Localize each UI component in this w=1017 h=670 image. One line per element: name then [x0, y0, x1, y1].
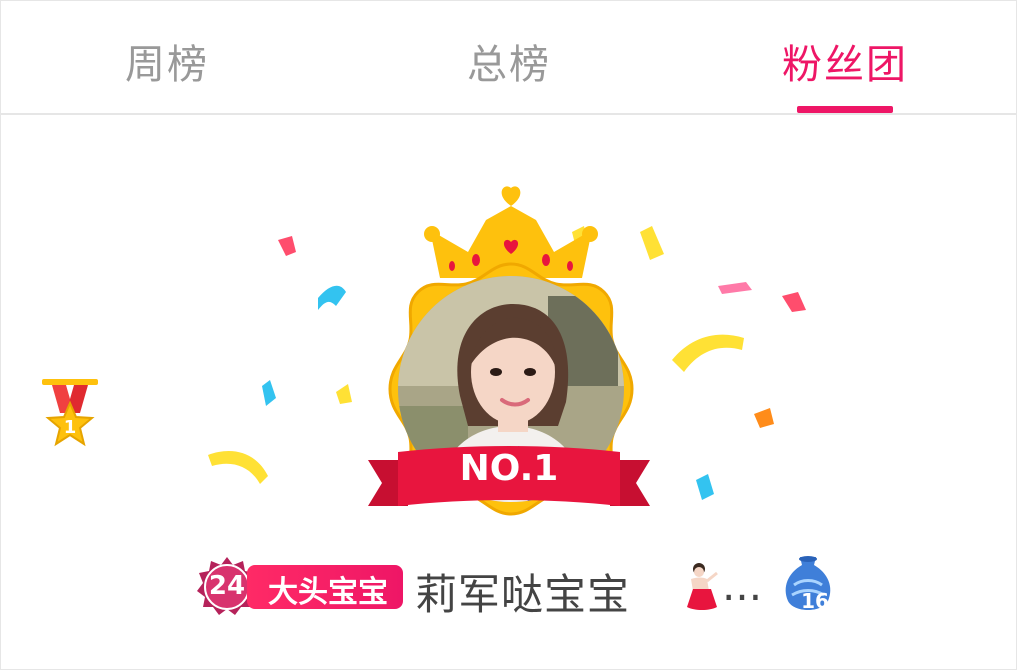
fan-club-name: 大头宝宝	[268, 575, 388, 610]
dancing-woman-emoji	[687, 563, 718, 610]
top-fan-username[interactable]: 莉军哒宝宝	[415, 561, 630, 622]
top-fan-info-row[interactable]: 24 大头宝宝 莉军哒宝宝 ... 16	[195, 555, 835, 619]
gold-star-medal-icon: 1	[42, 379, 98, 447]
active-tab-indicator	[797, 106, 893, 113]
rank-badge-label: NO.1	[459, 448, 559, 489]
medal-rank-number: 1	[64, 417, 77, 438]
tab-weekly[interactable]: 周榜	[125, 32, 209, 90]
username-ellipsis: ...	[722, 561, 763, 610]
gift-level-number: 16	[801, 589, 829, 613]
tab-bar: 周榜 总榜 粉丝团	[0, 0, 1017, 115]
tab-fan-club[interactable]: 粉丝团	[782, 32, 908, 90]
tab-total[interactable]: 总榜	[467, 32, 551, 90]
